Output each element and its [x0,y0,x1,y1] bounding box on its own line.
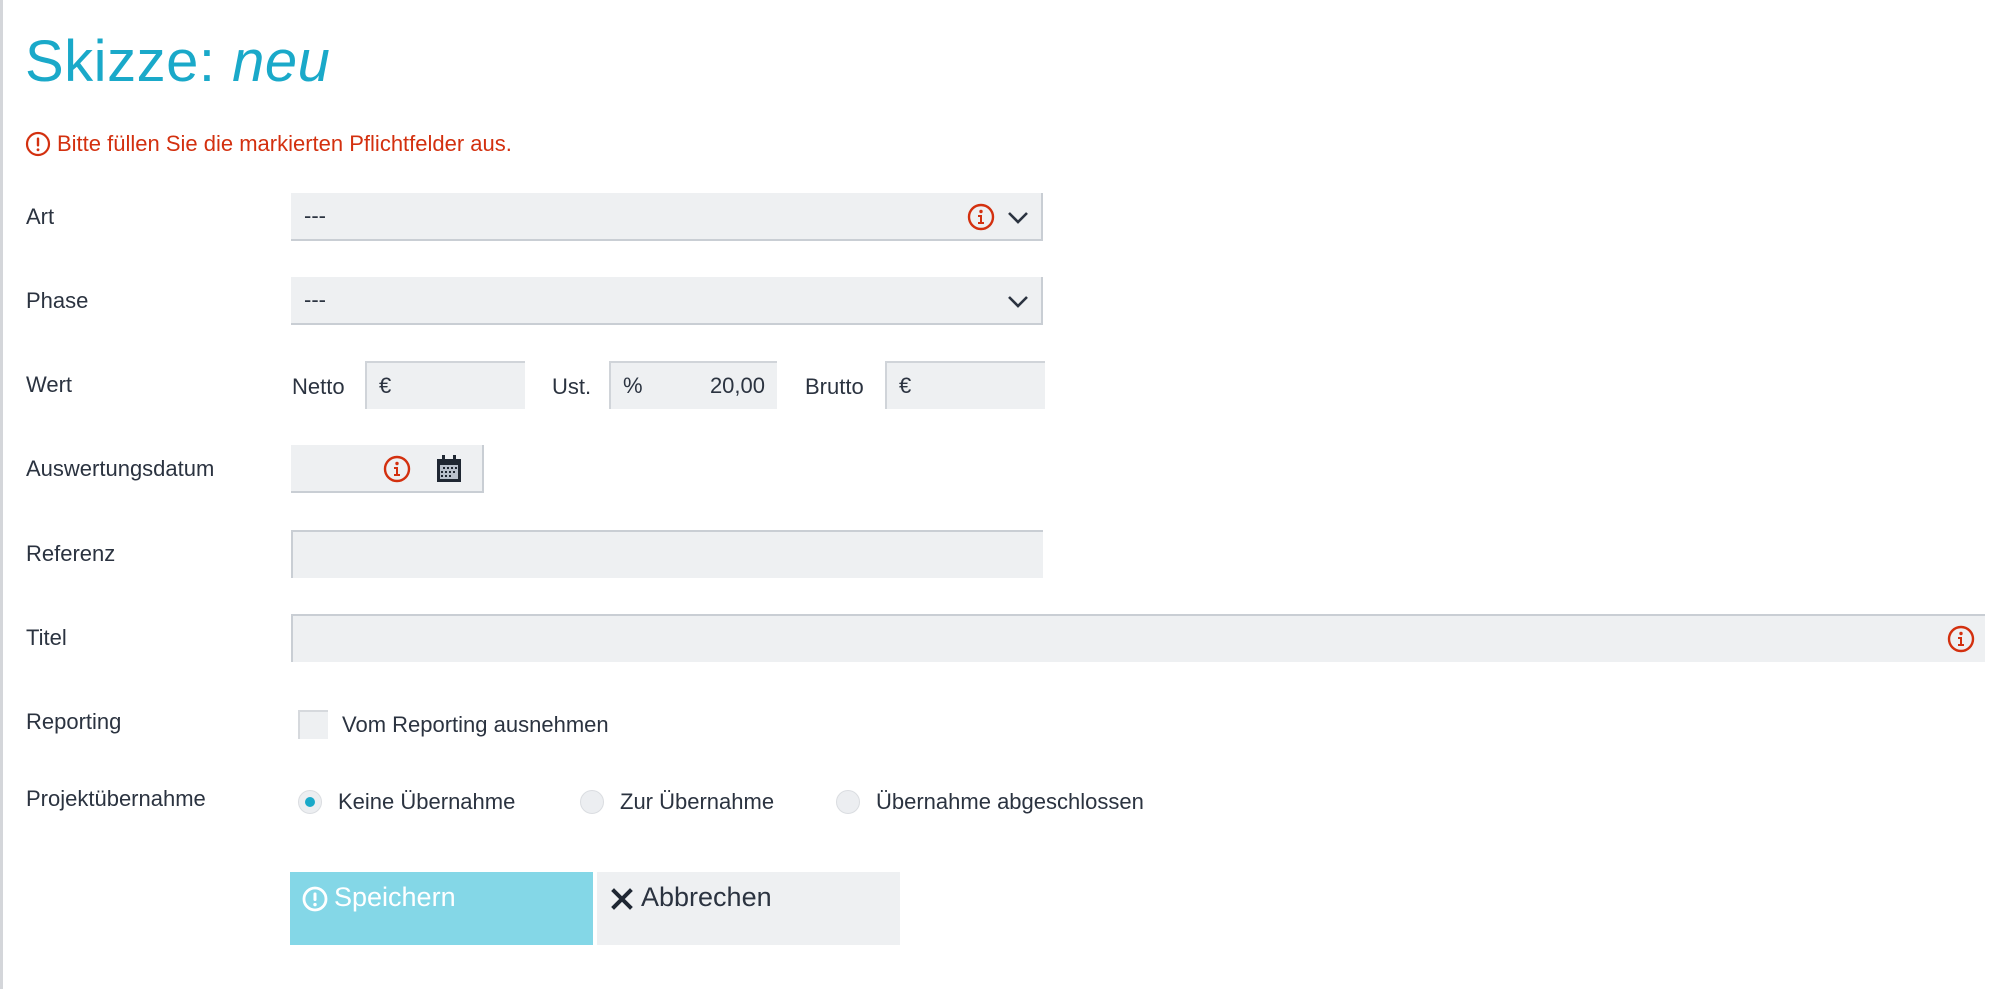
close-icon [611,888,633,910]
left-border [0,0,3,989]
radio-label-keine-uebernahme[interactable]: Keine Übernahme [338,789,515,815]
error-text: Bitte füllen Sie die markierten Pflichtf… [57,131,512,156]
save-button[interactable]: Speichern [290,872,593,945]
info-icon [383,455,411,483]
phase-select-value: --- [304,287,326,312]
radio-uebernahme-abgeschlossen[interactable] [836,790,860,814]
label-reporting: Reporting [26,709,122,734]
label-titel: Titel [26,625,67,650]
brutto-input[interactable]: € [885,361,1045,409]
phase-select[interactable]: --- [291,277,1043,325]
radio-label-uebernahme-abgeschlossen[interactable]: Übernahme abgeschlossen [876,789,1144,815]
calendar-icon[interactable] [435,454,463,484]
info-icon [1947,625,1975,653]
cancel-button[interactable]: Abbrechen [597,872,900,945]
referenz-input[interactable] [291,530,1043,578]
label-wert: Wert [26,372,73,397]
page-title-state: neu [232,29,331,94]
netto-input[interactable]: € [365,361,525,409]
label-auswertungsdatum: Auswertungsdatum [26,456,215,481]
save-button-label: Speichern [334,882,456,912]
radio-zur-uebernahme[interactable] [580,790,604,814]
art-select-value: --- [304,203,326,228]
exclamation-circle-icon [302,886,328,912]
ust-value: 20,00 [709,373,765,398]
reporting-checkbox[interactable] [298,710,328,739]
label-netto: Netto [292,374,345,399]
page-title-prefix: Skizze: [25,29,216,94]
exclamation-circle-icon [25,131,51,157]
validation-error-message: Bitte füllen Sie die markierten Pflichtf… [25,131,512,157]
auswertungsdatum-input[interactable] [291,445,484,493]
radio-label-zur-uebernahme[interactable]: Zur Übernahme [620,789,774,815]
titel-input[interactable] [291,614,1985,662]
chevron-down-icon[interactable] [1007,290,1029,312]
label-projektuebernahme: Projektübernahme [26,786,206,811]
brutto-unit: € [899,373,912,398]
label-ust: Ust. [552,374,592,399]
ust-unit: % [623,373,643,398]
label-referenz: Referenz [26,541,116,566]
page-title: Skizze: neu [25,28,330,95]
info-icon [967,203,995,231]
chevron-down-icon[interactable] [1007,206,1029,228]
label-art: Art [26,204,55,229]
reporting-checkbox-label[interactable]: Vom Reporting ausnehmen [342,712,609,738]
radio-keine-uebernahme[interactable] [298,790,322,814]
art-select[interactable]: --- [291,193,1043,241]
label-brutto: Brutto [805,374,864,399]
netto-unit: € [379,373,392,398]
ust-input[interactable]: % 20,00 [609,361,777,409]
cancel-button-label: Abbrechen [641,882,772,912]
label-phase: Phase [26,288,89,313]
